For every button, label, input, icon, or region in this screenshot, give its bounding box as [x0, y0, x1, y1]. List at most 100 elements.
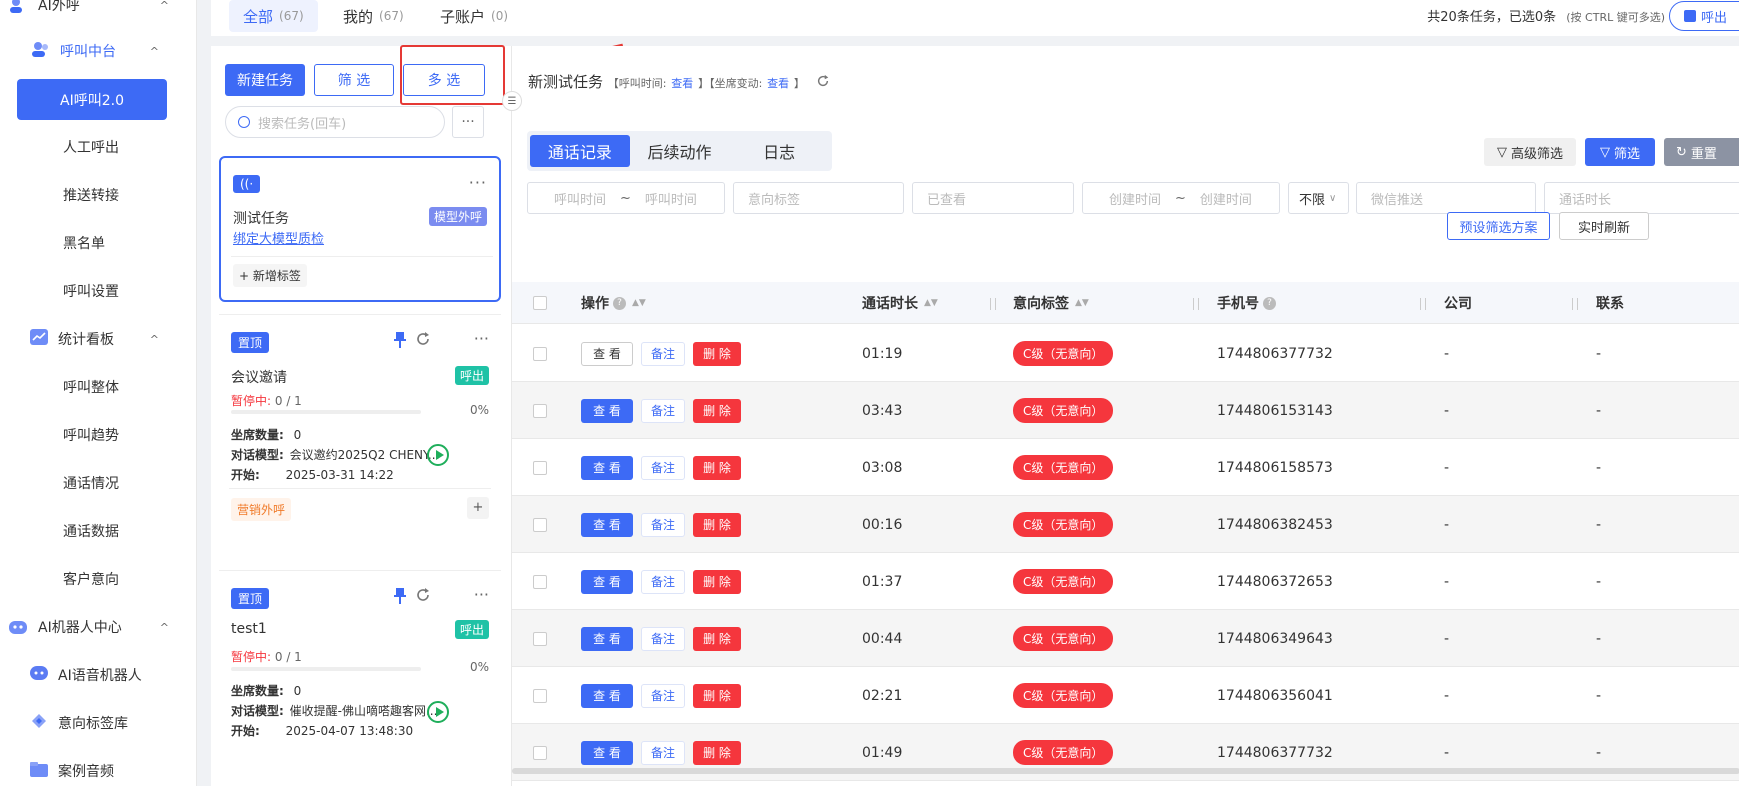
- delete-button[interactable]: 删 除: [693, 341, 741, 366]
- add-tag-plus-button[interactable]: +: [467, 497, 489, 519]
- sidebar-item-call-trend[interactable]: 呼叫趋势: [63, 415, 119, 455]
- row-checkbox[interactable]: [533, 460, 547, 475]
- view-button[interactable]: 查 看: [581, 512, 633, 537]
- sidebar-item-call-settings[interactable]: 呼叫设置: [63, 271, 119, 311]
- tab-follow-up[interactable]: 后续动作: [630, 135, 730, 167]
- column-resize-handle[interactable]: [1420, 298, 1426, 310]
- sidebar-item-case-audio[interactable]: 案例音频: [0, 751, 196, 786]
- chevron-up-icon[interactable]: ^: [150, 45, 159, 58]
- row-checkbox[interactable]: [533, 631, 547, 646]
- column-header-contact[interactable]: 联系: [1596, 282, 1624, 324]
- table-row[interactable]: 查 看备注删 除 01:19 C级（无意向） 1744806377732 - -: [512, 325, 1739, 382]
- note-button[interactable]: 备注: [641, 341, 685, 366]
- intent-tag-select[interactable]: 意向标签: [733, 182, 904, 214]
- column-resize-handle[interactable]: [1193, 298, 1199, 310]
- table-row[interactable]: 查 看备注删 除 01:37 C级（无意向） 1744806372653 - -: [512, 553, 1739, 610]
- column-resize-handle[interactable]: [1572, 298, 1578, 310]
- view-button[interactable]: 查 看: [581, 455, 633, 480]
- play-icon[interactable]: [427, 701, 449, 723]
- select-all-checkbox[interactable]: [533, 296, 547, 310]
- delete-button[interactable]: 删 除: [693, 569, 741, 594]
- tab-call-records[interactable]: 通话记录: [530, 135, 630, 167]
- delete-button[interactable]: 删 除: [693, 398, 741, 423]
- delete-button[interactable]: 删 除: [693, 455, 741, 480]
- sort-icon[interactable]: ▲▼: [632, 298, 646, 308]
- tab-sub-accounts[interactable]: 子账户 (0): [426, 0, 522, 32]
- sidebar-item-customer-intent[interactable]: 客户意向: [63, 559, 119, 599]
- wechat-push-select[interactable]: 微信推送: [1356, 182, 1536, 214]
- sidebar-subgroup-stats[interactable]: 统计看板 ^: [0, 319, 196, 359]
- view-button[interactable]: 查 看: [581, 569, 633, 594]
- sidebar-item-call-status[interactable]: 通话情况: [63, 463, 119, 503]
- row-checkbox[interactable]: [533, 517, 547, 532]
- task-card-test1[interactable]: 置顶 ··· test1 呼出 暂停中: 0 / 1 0% 坐席数量: 0 对话…: [219, 578, 501, 786]
- sidebar-subgroup-call-center[interactable]: 呼叫中台 ^: [0, 31, 196, 71]
- note-button[interactable]: 备注: [641, 626, 685, 651]
- table-row[interactable]: 查 看备注删 除 00:44 C级（无意向） 1744806349643 - -: [512, 610, 1739, 667]
- view-button[interactable]: 查 看: [581, 626, 633, 651]
- delete-button[interactable]: 删 除: [693, 512, 741, 537]
- sidebar-group-ai-outbound[interactable]: AI外呼 ^: [0, 0, 196, 25]
- note-button[interactable]: 备注: [641, 569, 685, 594]
- pin-icon[interactable]: [393, 588, 407, 608]
- realtime-refresh-button[interactable]: 实时刷新: [1559, 212, 1649, 240]
- note-button[interactable]: 备注: [641, 683, 685, 708]
- viewed-select[interactable]: 已查看: [912, 182, 1074, 214]
- chevron-up-icon[interactable]: ^: [160, 621, 169, 634]
- column-header-actions[interactable]: 操作 ? ▲▼: [581, 282, 646, 324]
- advanced-filter-button[interactable]: ▽ 高级筛选: [1484, 138, 1576, 166]
- note-button[interactable]: 备注: [641, 398, 685, 423]
- call-duration-input[interactable]: 通话时长: [1544, 182, 1739, 214]
- play-icon[interactable]: [427, 444, 449, 466]
- chevron-up-icon[interactable]: ^: [160, 0, 169, 12]
- view-button[interactable]: 查 看: [581, 398, 633, 423]
- sidebar-item-intent-tag-lib[interactable]: 意向标签库: [0, 703, 196, 743]
- tab-log[interactable]: 日志: [729, 135, 829, 167]
- bind-qa-link[interactable]: 绑定大模型质检: [233, 228, 324, 247]
- horizontal-scrollbar[interactable]: [512, 768, 1739, 774]
- row-checkbox[interactable]: [533, 688, 547, 703]
- view-button[interactable]: 查 看: [581, 341, 633, 366]
- pin-icon[interactable]: [393, 332, 407, 352]
- task-search-input[interactable]: 搜索任务(回车): [225, 106, 445, 138]
- call-time-view-link[interactable]: 查看: [671, 77, 693, 90]
- row-checkbox[interactable]: [533, 574, 547, 589]
- collapse-panel-icon[interactable]: ☰: [502, 91, 522, 111]
- table-row[interactable]: 查 看备注删 除 03:08 C级（无意向） 1744806158573 - -: [512, 439, 1739, 496]
- new-task-button[interactable]: 新建任务: [225, 64, 305, 96]
- call-time-range-input[interactable]: 呼叫时间 ~ 呼叫时间: [527, 182, 725, 214]
- help-icon[interactable]: ?: [613, 296, 626, 310]
- sort-icon[interactable]: ▲▼: [1075, 298, 1089, 308]
- view-button[interactable]: 查 看: [581, 683, 633, 708]
- refresh-icon[interactable]: [415, 587, 431, 607]
- more-options-button[interactable]: ···: [452, 106, 484, 138]
- column-header-duration[interactable]: 通话时长 ▲▼: [862, 282, 938, 324]
- task-card-test-task[interactable]: ((· ··· 测试任务 模型外呼 绑定大模型质检 + 新增标签: [219, 156, 501, 302]
- refresh-icon[interactable]: [415, 331, 431, 351]
- delete-button[interactable]: 删 除: [693, 740, 741, 765]
- table-row[interactable]: 查 看备注删 除 02:21 C级（无意向） 1744806356041 - -: [512, 667, 1739, 724]
- view-button[interactable]: 查 看: [581, 740, 633, 765]
- sidebar-item-manual-call[interactable]: 人工呼出: [63, 127, 119, 167]
- sidebar-item-ai-call-2[interactable]: AI呼叫2.0: [17, 79, 167, 120]
- chevron-up-icon[interactable]: ^: [150, 333, 159, 346]
- note-button[interactable]: 备注: [641, 455, 685, 480]
- task-card-meeting-invite[interactable]: 置顶 ··· 会议邀请 呼出 暂停中: 0 / 1 0% 坐席数量: 0 对话模…: [219, 322, 501, 538]
- card-menu-icon[interactable]: ···: [474, 585, 489, 604]
- outbound-call-button[interactable]: 呼出: [1669, 1, 1739, 31]
- sidebar-item-call-overall[interactable]: 呼叫整体: [63, 367, 119, 407]
- card-menu-icon[interactable]: ···: [474, 329, 489, 348]
- column-header-intent[interactable]: 意向标签 ▲▼: [1013, 282, 1089, 324]
- card-menu-icon[interactable]: ···: [469, 173, 487, 192]
- unlimited-select[interactable]: 不限 ∨: [1288, 182, 1349, 214]
- sidebar-item-call-data[interactable]: 通话数据: [63, 511, 119, 551]
- table-row[interactable]: 查 看备注删 除 00:16 C级（无意向） 1744806382453 - -: [512, 496, 1739, 553]
- row-checkbox[interactable]: [533, 346, 547, 361]
- tab-mine[interactable]: 我的 (67): [329, 0, 418, 32]
- sidebar-item-ai-voice-robot[interactable]: AI语音机器人: [0, 655, 196, 695]
- delete-button[interactable]: 删 除: [693, 626, 741, 651]
- filter-tasks-button[interactable]: 筛 选: [314, 64, 394, 96]
- reset-button[interactable]: ↻ 重置: [1664, 138, 1739, 166]
- note-button[interactable]: 备注: [641, 512, 685, 537]
- sidebar-item-push-transfer[interactable]: 推送转接: [63, 175, 119, 215]
